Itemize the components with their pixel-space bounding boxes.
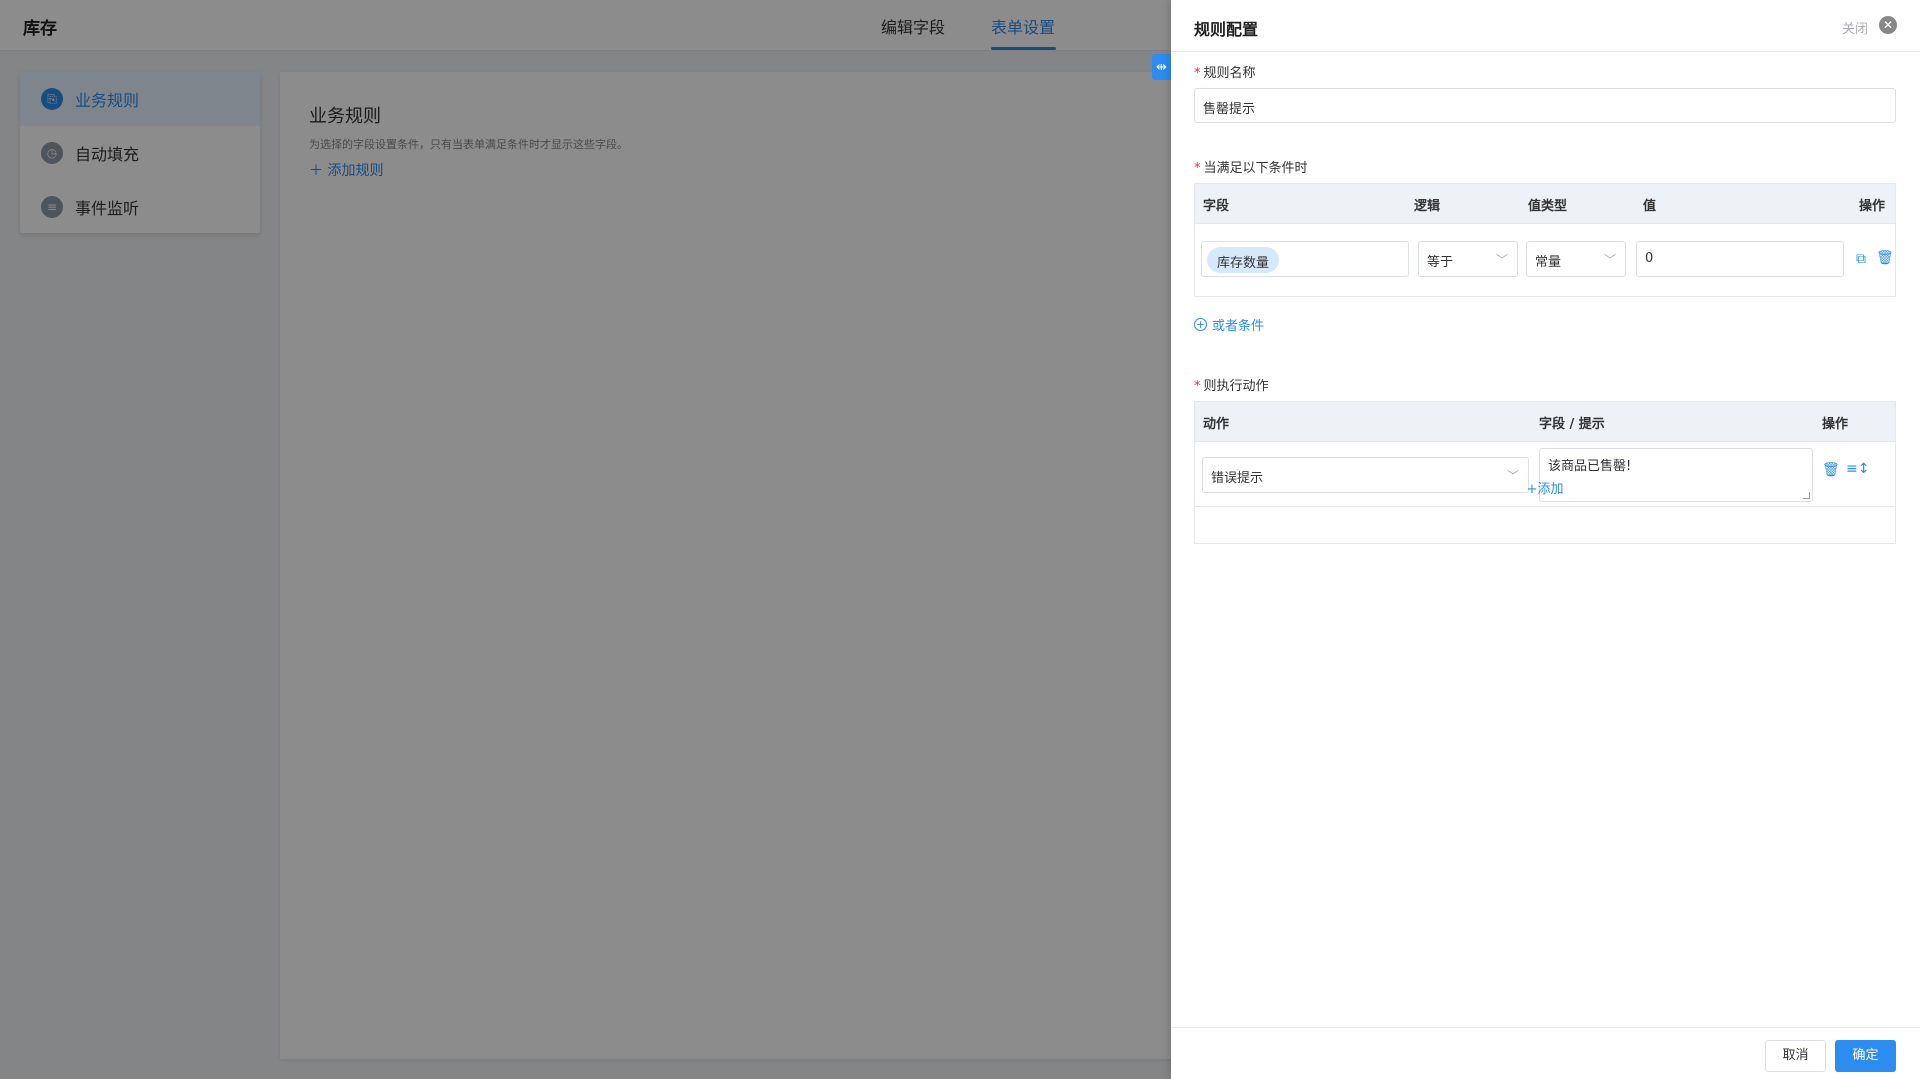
- or-condition-link[interactable]: + 或者条件: [1194, 315, 1264, 334]
- actions-label: * 则执行动作: [1194, 375, 1269, 394]
- drawer-title: 规则配置: [1194, 20, 1259, 39]
- actions-label-text: 则执行动作: [1203, 379, 1269, 394]
- drawer-resize-handle[interactable]: ⇹: [1152, 54, 1171, 80]
- cancel-button[interactable]: 取消: [1765, 1040, 1826, 1072]
- column-header-field-hint: 字段 / 提示: [1539, 417, 1605, 432]
- rule-name-label: * 规则名称: [1194, 62, 1256, 81]
- plus-circle-icon: +: [1194, 318, 1207, 331]
- add-action-link[interactable]: +添加: [1195, 478, 1895, 497]
- required-mark: *: [1194, 66, 1201, 81]
- condition-value-input[interactable]: 0: [1636, 241, 1844, 277]
- column-header-ops: 操作: [1822, 417, 1849, 432]
- conditions-table: 字段 逻辑 值类型 值 操作: [1194, 183, 1896, 297]
- column-header-field: 字段: [1203, 199, 1230, 214]
- logic-value: 等于: [1427, 255, 1454, 270]
- drawer-header: 规则配置 关闭 ✕: [1171, 0, 1920, 52]
- close-icon[interactable]: ✕: [1879, 16, 1897, 34]
- delete-icon[interactable]: 🗑: [1822, 462, 1840, 478]
- required-mark: *: [1194, 161, 1201, 176]
- confirm-button[interactable]: 确定: [1835, 1040, 1896, 1072]
- conditions-label: * 当满足以下条件时: [1194, 157, 1308, 176]
- field-tag[interactable]: 库存数量: [1207, 247, 1280, 273]
- column-header-action: 动作: [1203, 417, 1230, 432]
- column-header-value-type: 值类型: [1528, 199, 1568, 214]
- conditions-label-text: 当满足以下条件时: [1203, 161, 1308, 176]
- column-header-logic: 逻辑: [1414, 199, 1441, 214]
- sort-icon[interactable]: ≡↕: [1846, 461, 1869, 477]
- rule-config-drawer: 规则配置 关闭 ✕ * 规则名称 售罄提示 * 当满足以下条件时 字段 逻辑 值类型…: [1171, 0, 1920, 1079]
- or-condition-label: 或者条件: [1212, 319, 1265, 334]
- conditions-table-header: 字段 逻辑 值类型 值 操作: [1195, 184, 1895, 224]
- required-mark: *: [1194, 379, 1201, 394]
- copy-icon[interactable]: ⧉: [1856, 251, 1866, 267]
- chevron-down-icon: ﹀: [1495, 253, 1508, 267]
- condition-logic-select[interactable]: 等于 ﹀: [1418, 241, 1518, 277]
- condition-field-select[interactable]: 库存数量: [1201, 241, 1409, 277]
- column-header-ops: 操作: [1859, 199, 1886, 214]
- column-header-value: 值: [1643, 199, 1657, 214]
- rule-name-input[interactable]: 售罄提示: [1194, 88, 1896, 123]
- condition-value-type-select[interactable]: 常量 ﹀: [1526, 241, 1626, 277]
- actions-table-header: 动作 字段 / 提示 操作: [1195, 402, 1895, 442]
- hint-text: 该商品已售罄!: [1548, 459, 1632, 474]
- delete-icon[interactable]: 🗑: [1876, 250, 1894, 266]
- action-row: 错误提示 ﹀ 该商品已售罄! 🗑 ≡↕: [1195, 442, 1895, 507]
- close-label[interactable]: 关闭: [1842, 18, 1868, 37]
- actions-table: 动作 字段 / 提示 操作 错误提示 ﹀ 该商品已售罄! 🗑 ≡↕ +添加: [1194, 401, 1896, 544]
- value-type-value: 常量: [1535, 255, 1562, 270]
- drawer-footer: 取消 确定: [1171, 1027, 1920, 1079]
- chevron-down-icon: ﹀: [1603, 253, 1616, 267]
- rule-name-label-text: 规则名称: [1203, 66, 1256, 81]
